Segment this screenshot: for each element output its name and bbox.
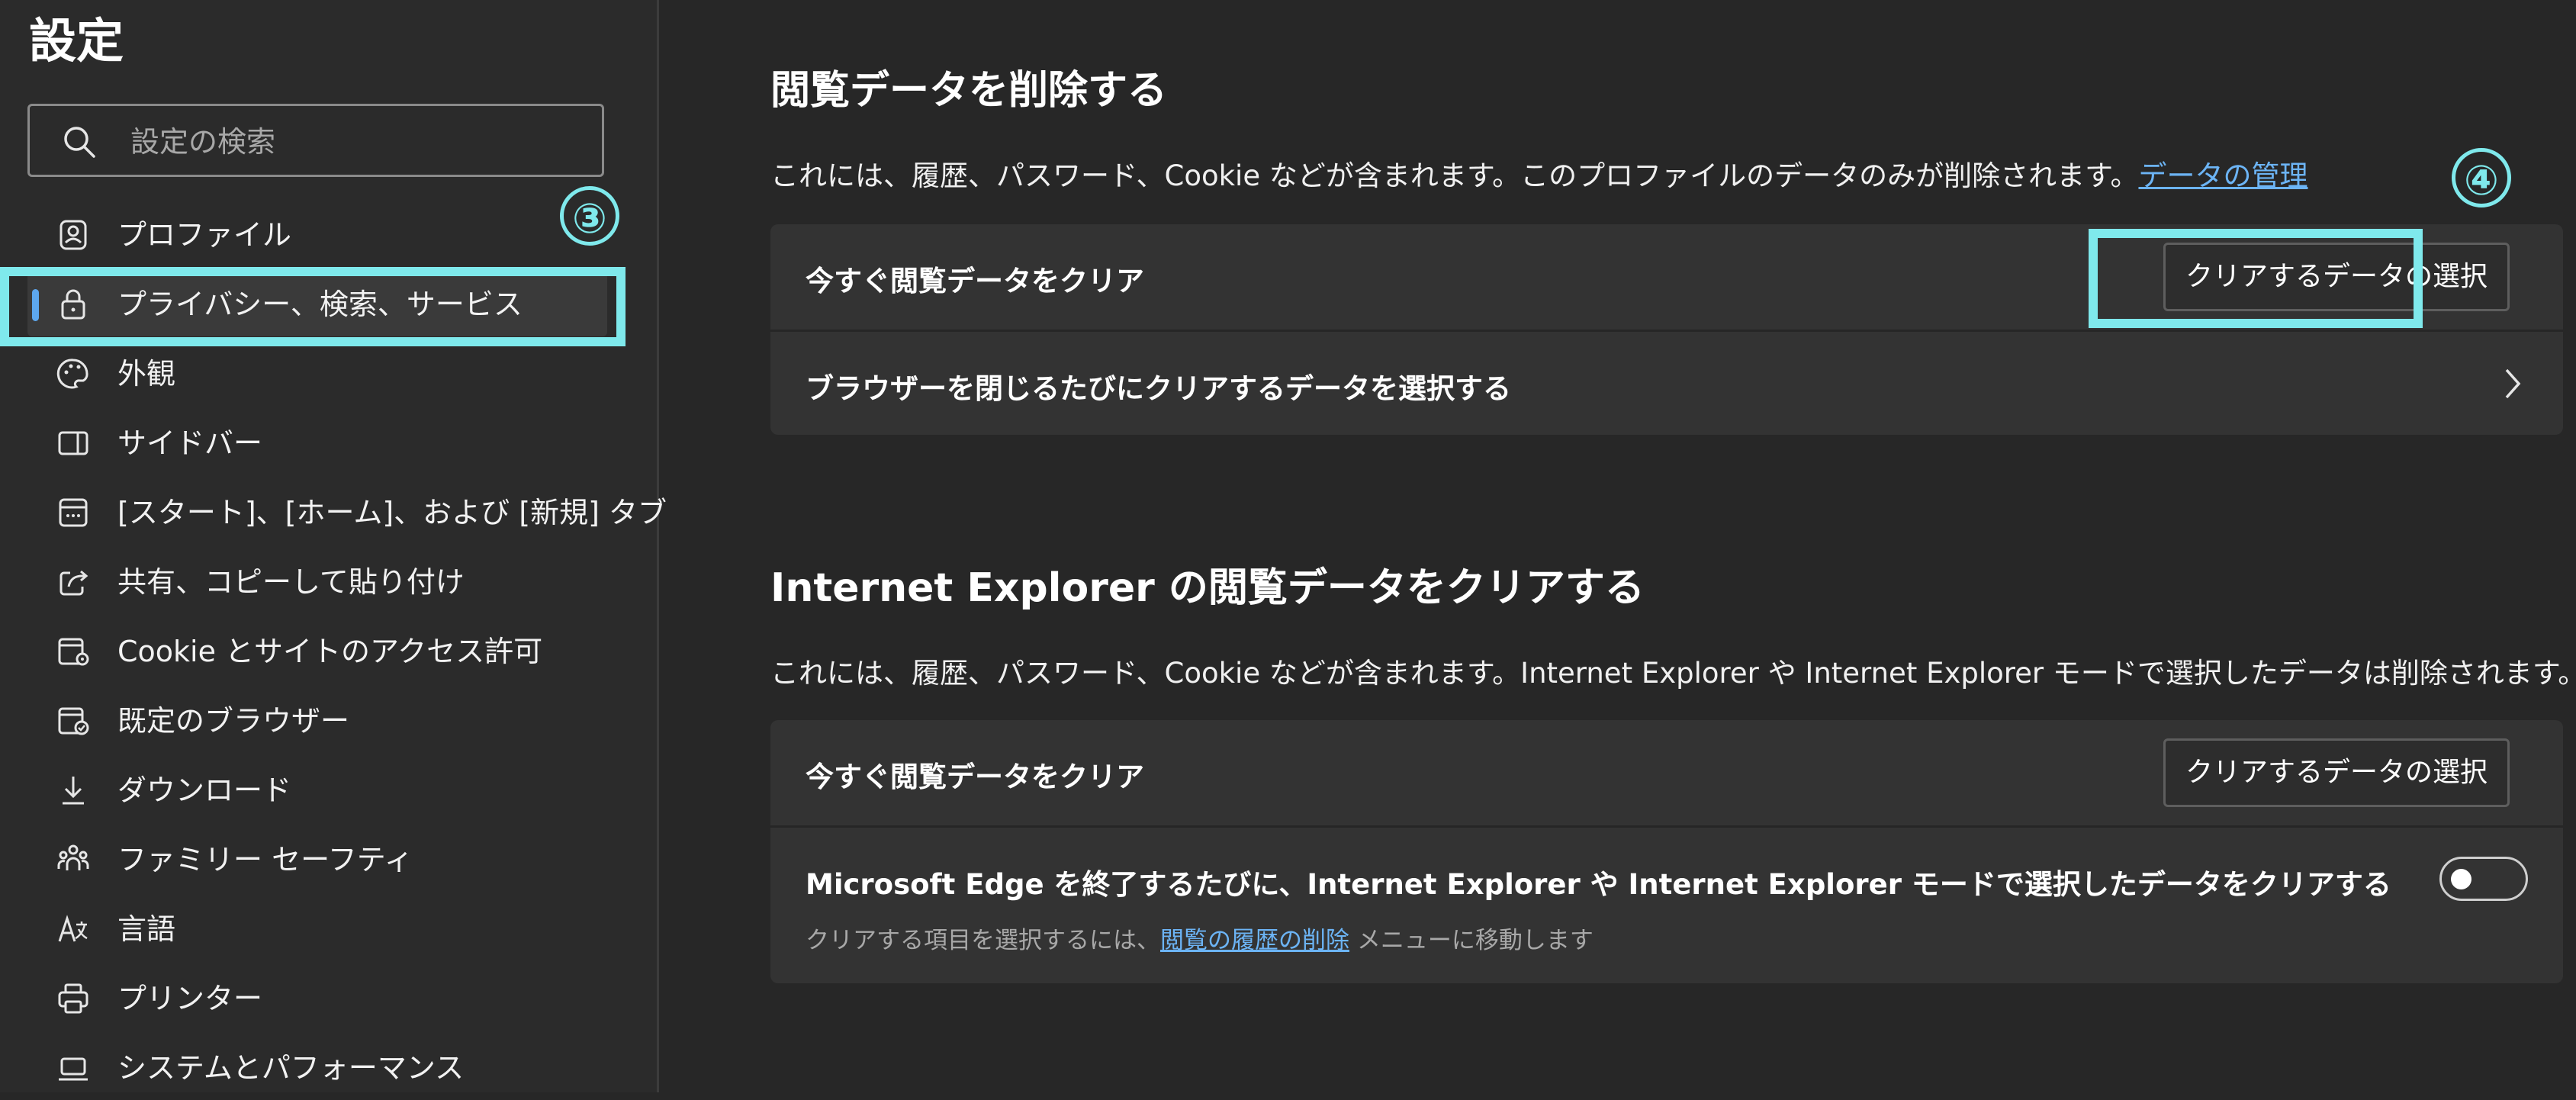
profile-icon bbox=[59, 220, 87, 250]
sidebar-item-default-browser[interactable]: 既定のブラウザー bbox=[27, 689, 607, 753]
hint-suffix: メニューに移動します bbox=[1349, 927, 1594, 954]
ie-clear-on-exit-hint: クリアする項目を選択するには、閲覧の履歴の削除 メニューに移動します bbox=[806, 921, 1594, 955]
chevron-right-icon bbox=[2505, 368, 2521, 399]
sidebar-item-system[interactable]: システムとパフォーマンス bbox=[27, 1036, 607, 1100]
sidebar-item-label: サイドバー bbox=[117, 426, 263, 460]
sidebar-item-label: 外観 bbox=[117, 357, 176, 391]
printer-icon bbox=[58, 983, 88, 1014]
ie-clear-on-exit-toggle[interactable] bbox=[2439, 857, 2528, 901]
search-icon bbox=[64, 127, 95, 158]
sidebar-item-label: システムとパフォーマンス bbox=[117, 1051, 465, 1085]
sidebar-item-label: プロファイル bbox=[117, 218, 292, 252]
toggle-knob bbox=[2451, 869, 2471, 889]
language-icon bbox=[58, 915, 88, 942]
ie-choose-what-to-clear-button[interactable]: クリアするデータの選択 bbox=[2163, 738, 2510, 807]
sidebar-icon bbox=[58, 431, 88, 455]
site-permissions-icon bbox=[58, 638, 89, 666]
sidebar-item-new-tab[interactable]: [スタート]、[ホーム]、および [新規] タブ bbox=[27, 481, 667, 545]
sidebar-item-label: ダウンロード bbox=[117, 774, 292, 807]
clear-data-desc-text: これには、履歴、パスワード、Cookie などが含まれます。このプロファイルのデ… bbox=[770, 159, 2139, 192]
sidebar-item-languages[interactable]: 言語 bbox=[27, 897, 607, 961]
sidebar-item-label: 既定のブラウザー bbox=[117, 704, 350, 738]
clear-on-close-row[interactable]: ブラウザーを閉じるたびにクリアするデータを選択する bbox=[770, 330, 2563, 435]
manage-data-link[interactable]: データの管理 bbox=[2138, 159, 2307, 192]
sidebar-item-appearance[interactable]: 外観 bbox=[27, 342, 607, 406]
step4-badge: ④ bbox=[2452, 148, 2511, 207]
clear-now-label: 今すぐ閲覧データをクリア bbox=[806, 265, 1144, 298]
main-content: 閲覧データを削除する これには、履歴、パスワード、Cookie などが含まれます… bbox=[659, 0, 2576, 1092]
sidebar-item-sidebar[interactable]: サイドバー bbox=[27, 411, 607, 475]
ie-clear-on-exit-row: Microsoft Edge を終了するたびに、Internet Explore… bbox=[770, 825, 2563, 983]
sidebar-item-cookies[interactable]: Cookie とサイトのアクセス許可 bbox=[27, 619, 607, 683]
step3-highlight bbox=[0, 267, 626, 346]
step3-badge: ③ bbox=[560, 186, 619, 246]
sidebar-item-downloads[interactable]: ダウンロード bbox=[27, 758, 607, 822]
sidebar-item-family-safety[interactable]: ファミリー セーフティ bbox=[27, 828, 607, 892]
sidebar-item-label: プリンター bbox=[117, 982, 263, 1015]
ie-data-description: これには、履歴、パスワード、Cookie などが含まれます。Internet E… bbox=[770, 657, 2576, 690]
sidebar-title: 設定 bbox=[29, 13, 124, 69]
family-icon bbox=[57, 844, 89, 870]
sidebar-item-profile[interactable]: プロファイル bbox=[27, 203, 607, 267]
delete-browsing-history-link[interactable]: 閲覧の履歴の削除 bbox=[1160, 927, 1349, 954]
palette-icon bbox=[56, 359, 88, 389]
settings-search-input[interactable] bbox=[129, 117, 590, 167]
step4-highlight bbox=[2089, 229, 2423, 328]
default-browser-icon bbox=[58, 707, 89, 735]
ie-clear-now-row: 今すぐ閲覧データをクリア クリアするデータの選択 bbox=[770, 720, 2563, 825]
hint-prefix: クリアする項目を選択するには、 bbox=[806, 927, 1160, 954]
ie-data-title: Internet Explorer の閲覧データをクリアする bbox=[770, 565, 1645, 611]
sidebar-item-label: Cookie とサイトのアクセス許可 bbox=[117, 635, 543, 668]
clear-on-close-label: ブラウザーを閉じるたびにクリアするデータを選択する bbox=[806, 372, 1511, 405]
sidebar-item-label: ファミリー セーフティ bbox=[117, 843, 413, 876]
settings-search-box[interactable] bbox=[27, 104, 604, 177]
sidebar-item-label: [スタート]、[ホーム]、および [新規] タブ bbox=[117, 496, 667, 529]
laptop-icon bbox=[59, 1057, 88, 1081]
clear-data-description: これには、履歴、パスワード、Cookie などが含まれます。このプロファイルのデ… bbox=[770, 153, 2307, 194]
new-tab-icon bbox=[59, 498, 88, 527]
share-icon bbox=[59, 570, 88, 596]
ie-clear-on-exit-label: Microsoft Edge を終了するたびに、Internet Explore… bbox=[806, 868, 2391, 901]
ie-data-card: 今すぐ閲覧データをクリア クリアするデータの選択 Microsoft Edge … bbox=[770, 720, 2563, 983]
clear-data-title: 閲覧データを削除する bbox=[770, 68, 1168, 114]
download-icon bbox=[63, 777, 84, 805]
ie-clear-now-label: 今すぐ閲覧データをクリア bbox=[806, 761, 1144, 793]
settings-sidebar: 設定 プロファイル プライバシー、検索、サービス 外 bbox=[0, 0, 667, 1092]
sidebar-item-printers[interactable]: プリンター bbox=[27, 967, 607, 1031]
sidebar-item-label: 共有、コピーして貼り付け bbox=[117, 565, 465, 599]
sidebar-item-share[interactable]: 共有、コピーして貼り付け bbox=[27, 550, 607, 614]
sidebar-item-label: 言語 bbox=[117, 912, 176, 946]
